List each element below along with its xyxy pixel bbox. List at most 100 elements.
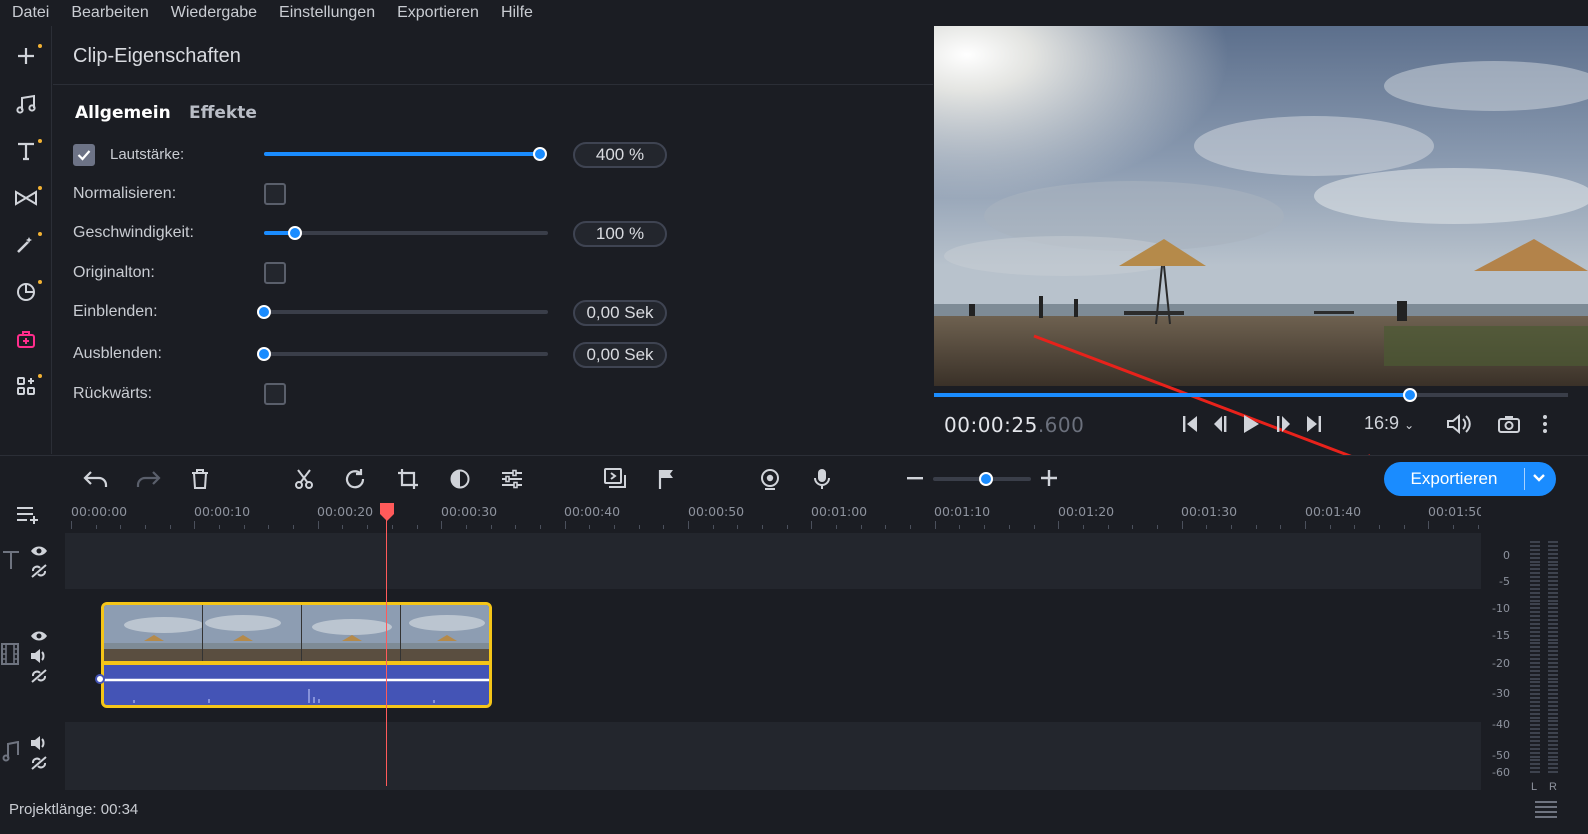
undo-button[interactable] xyxy=(83,466,109,492)
volume-checkbox[interactable] xyxy=(73,144,95,166)
meter-segment-left xyxy=(1530,767,1540,770)
speed-value[interactable]: 100 % xyxy=(573,221,667,247)
menu-einstellungen[interactable]: Einstellungen xyxy=(268,0,386,26)
menu-datei[interactable]: Datei xyxy=(0,0,60,26)
lock-off-icon[interactable] xyxy=(30,563,48,579)
add-media-button[interactable] xyxy=(8,38,44,74)
eye-icon[interactable] xyxy=(30,545,48,557)
menu-bearbeiten[interactable]: Bearbeiten xyxy=(60,0,159,26)
ruler-tick xyxy=(564,521,566,529)
fade-in-slider-track[interactable] xyxy=(264,310,548,314)
meter-segment-right xyxy=(1548,697,1558,699)
text-track[interactable] xyxy=(65,533,1481,589)
notification-dot xyxy=(38,44,42,48)
rotate-icon xyxy=(345,469,365,489)
original-audio-checkbox[interactable] xyxy=(264,262,286,284)
video-clip[interactable] xyxy=(101,602,492,708)
volume-icon[interactable] xyxy=(1446,414,1472,434)
rotate-button[interactable] xyxy=(343,466,369,492)
ruler-tick xyxy=(1403,525,1405,529)
redo-button[interactable] xyxy=(135,466,161,492)
zoom-out-icon[interactable] xyxy=(907,477,923,481)
add-marker-button[interactable] xyxy=(654,466,680,492)
music-track[interactable] xyxy=(65,722,1481,790)
tab-effekte[interactable]: Effekte xyxy=(189,103,257,123)
lock-off-icon[interactable] xyxy=(30,668,48,684)
add-track-icon[interactable] xyxy=(16,505,42,525)
ruler-tick xyxy=(71,521,72,529)
fade-in-value[interactable]: 0,00 Sek xyxy=(573,300,667,326)
more-options-icon[interactable] xyxy=(1542,414,1548,434)
media-info-button[interactable] xyxy=(602,466,628,492)
export-button[interactable]: Exportieren xyxy=(1384,462,1556,496)
panel-title: Clip-Eigenschaften xyxy=(73,45,241,67)
meter-segment-left xyxy=(1530,739,1540,742)
normalize-checkbox[interactable] xyxy=(264,183,286,205)
fade-out-slider-track[interactable] xyxy=(264,352,548,356)
tab-allgemein[interactable]: Allgemein xyxy=(75,103,171,123)
menu-exportieren[interactable]: Exportieren xyxy=(386,0,490,26)
playhead-handle[interactable] xyxy=(380,503,394,521)
snapshot-camera-icon[interactable] xyxy=(1498,415,1520,433)
menu-wiedergabe[interactable]: Wiedergabe xyxy=(160,0,268,26)
ruler-tick xyxy=(1008,525,1010,529)
meter-segment-right xyxy=(1548,681,1558,684)
lock-off-icon[interactable] xyxy=(30,755,48,771)
undo-icon xyxy=(83,471,108,487)
music-button[interactable] xyxy=(8,86,44,122)
delete-button[interactable] xyxy=(187,466,213,492)
timeline-ruler[interactable]: 00:00:00 00:00:10 00:00:20 00:00:30 00:0… xyxy=(65,501,1481,531)
ruler-tick xyxy=(589,525,591,529)
seek-knob[interactable] xyxy=(1402,388,1417,402)
reverse-checkbox[interactable] xyxy=(264,383,286,405)
meter-segment-right xyxy=(1548,630,1558,633)
notification-dot xyxy=(38,374,42,378)
titles-button[interactable] xyxy=(8,133,44,169)
timeline-zoom-knob[interactable] xyxy=(979,472,993,486)
titles-icon xyxy=(18,142,34,161)
play-icon[interactable] xyxy=(1242,414,1260,434)
volume-keyframe-handle[interactable] xyxy=(95,674,105,684)
step-back-icon[interactable] xyxy=(1212,415,1228,433)
zoom-in-icon[interactable] xyxy=(1041,470,1057,486)
color-adjust-button[interactable] xyxy=(447,466,473,492)
record-webcam-button[interactable] xyxy=(757,466,783,492)
menu-lines-icon[interactable] xyxy=(1534,799,1558,819)
more-tools-button[interactable] xyxy=(8,368,44,404)
store-button[interactable] xyxy=(8,321,44,357)
aspect-ratio-select[interactable]: 16:9 ⌄ xyxy=(1364,413,1414,434)
meter-segment-left xyxy=(1530,716,1540,719)
eye-icon[interactable] xyxy=(30,630,48,642)
ruler-label: 00:01:00 xyxy=(811,504,868,519)
record-voice-button[interactable] xyxy=(809,466,835,492)
volume-slider-knob[interactable] xyxy=(533,147,547,161)
transitions-button[interactable] xyxy=(8,180,44,216)
ruler-tick xyxy=(1255,525,1257,529)
volume-value[interactable]: 400 % xyxy=(573,142,667,168)
original-audio-label: Originalton: xyxy=(73,264,155,281)
stickers-button[interactable] xyxy=(8,274,44,310)
skip-start-icon[interactable] xyxy=(1182,415,1198,433)
filters-button[interactable] xyxy=(8,226,44,262)
chevron-down-icon[interactable] xyxy=(1532,473,1546,483)
crop-button[interactable] xyxy=(395,466,421,492)
ruler-label: 00:00:20 xyxy=(317,504,374,519)
fade-out-value[interactable]: 0,00 Sek xyxy=(573,342,667,368)
meter-segment-right xyxy=(1548,689,1558,692)
step-forward-icon[interactable] xyxy=(1276,415,1292,433)
clip-settings-button[interactable] xyxy=(499,466,525,492)
meter-scale-label: -20 xyxy=(1492,657,1510,670)
speed-slider-knob[interactable] xyxy=(288,226,303,240)
store-icon xyxy=(17,331,35,348)
fade-in-slider-knob[interactable] xyxy=(257,305,271,319)
fade-out-slider-knob[interactable] xyxy=(257,347,271,361)
skip-end-icon[interactable] xyxy=(1306,415,1322,433)
menu-hilfe[interactable]: Hilfe xyxy=(490,0,544,26)
meter-segment-left xyxy=(1530,755,1540,758)
speaker-icon[interactable] xyxy=(30,648,48,664)
music-track-icon xyxy=(2,741,19,762)
cut-button[interactable] xyxy=(291,466,317,492)
speed-slider-track[interactable] xyxy=(264,231,548,235)
ruler-tick xyxy=(1206,525,1208,529)
speaker-icon[interactable] xyxy=(30,735,48,751)
